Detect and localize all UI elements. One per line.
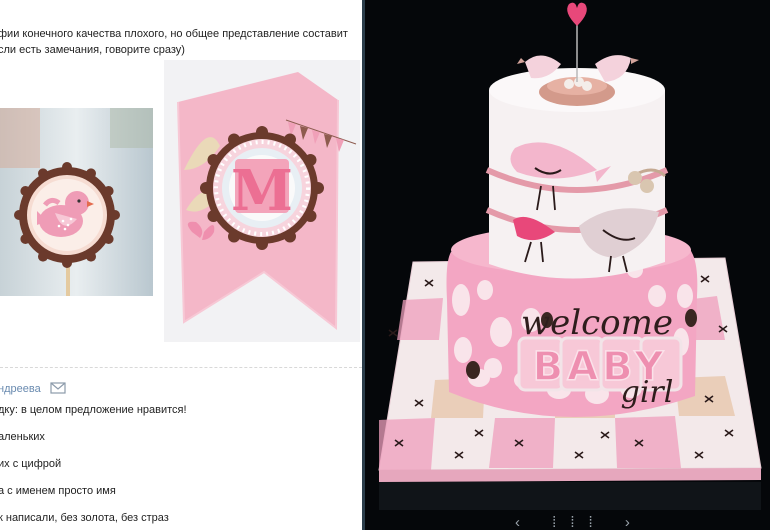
- banner-letter: M: [231, 158, 293, 224]
- post-divider: [0, 367, 362, 368]
- letter-banner-image: M: [164, 60, 360, 342]
- letter-banner-photo[interactable]: M: [164, 60, 360, 342]
- post-text-line-2: сли есть замечания, говорите сразу): [0, 44, 185, 56]
- cake-text-girl: girl: [621, 375, 674, 410]
- comment-lead-text: дку: в целом предложение нравится!: [0, 404, 187, 416]
- comment-author-name[interactable]: ндреева: [0, 383, 41, 395]
- viewer-navigation[interactable]: ‹ ⁞⁞⁞ ›: [515, 514, 644, 530]
- cake-photo: BABY welcome girl: [378, 2, 762, 510]
- image-viewer[interactable]: BABY welcome girl ‹ ⁞⁞⁞ ›: [365, 0, 770, 530]
- bird-topper-photo[interactable]: [0, 108, 153, 296]
- comment-list-item: аленьких: [0, 431, 45, 443]
- comment-list-item: к написали, без золота, без страз: [0, 512, 169, 524]
- comment-list-item: их с цифрой: [0, 458, 62, 470]
- comment-list-item: а с именем просто имя: [0, 485, 116, 497]
- cake-text-welcome: welcome: [521, 303, 673, 343]
- comment-author-row: ндреева: [0, 382, 66, 397]
- post-text-line-1: фии конечного качества плохого, но общее…: [0, 28, 348, 40]
- envelope-icon[interactable]: [50, 382, 66, 397]
- forum-post-panel: фии конечного качества плохого, но общее…: [0, 0, 362, 530]
- bird-topper-image: [0, 108, 153, 296]
